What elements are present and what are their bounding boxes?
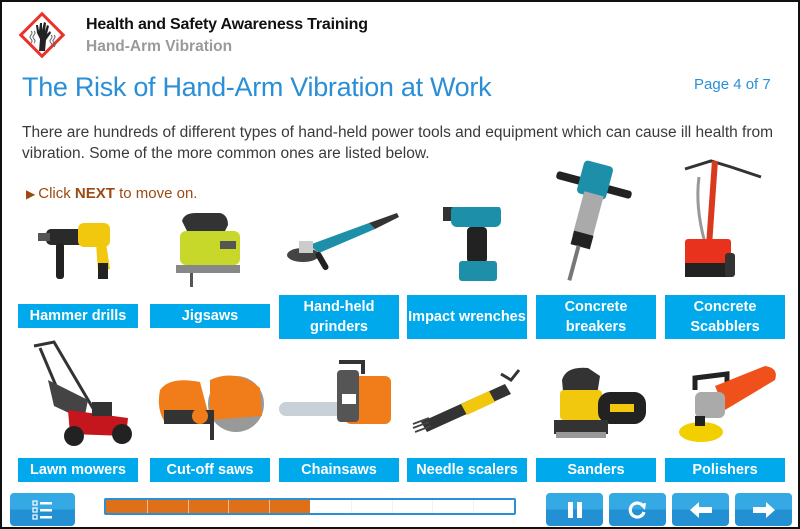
tool-label: Lawn mowers	[18, 458, 138, 482]
sander-image	[536, 340, 656, 452]
menu-button[interactable]	[10, 493, 75, 526]
pause-button[interactable]	[546, 493, 603, 526]
progress-fill	[106, 500, 310, 513]
tool-label: Hammer drills	[18, 304, 138, 328]
lawn-mower-image	[18, 340, 138, 452]
chainsaw-image	[279, 340, 399, 452]
replay-icon	[628, 500, 646, 519]
arrow-right-icon	[752, 501, 775, 518]
course-title: Health and Safety Awareness Training	[86, 16, 368, 33]
next-button[interactable]	[735, 493, 792, 526]
progress-segment-divider	[228, 500, 230, 513]
progress-segment-divider	[473, 500, 475, 513]
course-progress-bar	[104, 498, 516, 515]
tool-label: Needle scalers	[407, 458, 527, 482]
replay-button[interactable]	[609, 493, 666, 526]
course-slide: Health and Safety Awareness Training Han…	[0, 0, 800, 529]
progress-segment-divider	[187, 500, 189, 513]
progress-segment-divider	[146, 500, 148, 513]
play-triangle-icon: ▶	[26, 187, 36, 201]
tool-label: Jigsaws	[150, 304, 270, 328]
course-subtitle: Hand-Arm Vibration	[86, 38, 233, 55]
progress-segment-divider	[432, 500, 434, 513]
tool-label: Chainsaws	[279, 458, 399, 482]
progress-segment-divider	[310, 500, 311, 513]
vibration-hazard-icon	[18, 11, 66, 59]
pause-icon	[567, 501, 582, 518]
concrete-breaker-image	[536, 157, 656, 287]
concrete-scabbler-image	[665, 157, 785, 287]
progress-segment-divider	[391, 500, 393, 513]
progress-segment-divider	[350, 500, 352, 513]
tool-label: Concrete breakers	[536, 295, 656, 339]
jigsaw-image	[150, 207, 270, 289]
needle-scaler-image	[407, 340, 527, 452]
page-indicator: Page 4 of 7	[694, 76, 771, 93]
cut-off-saw-image	[150, 340, 270, 452]
angle-grinder-image	[279, 207, 399, 285]
hammer-drill-image	[18, 207, 138, 289]
polisher-image	[665, 340, 785, 452]
tool-label: Hand-held grinders	[279, 295, 399, 339]
menu-list-icon	[31, 499, 52, 520]
progress-segment-divider	[269, 500, 271, 513]
tool-label: Impact wrenches	[407, 295, 527, 339]
arrow-left-icon	[689, 501, 712, 518]
instruction-text: ▶ Click NEXT to move on.	[26, 185, 198, 202]
tool-label: Concrete Scabblers	[665, 295, 785, 339]
tool-label: Sanders	[536, 458, 656, 482]
back-button[interactable]	[672, 493, 729, 526]
tool-label: Cut-off saws	[150, 458, 270, 482]
tool-label: Polishers	[665, 458, 785, 482]
impact-wrench-image	[407, 205, 527, 285]
page-title: The Risk of Hand-Arm Vibration at Work	[22, 72, 492, 102]
